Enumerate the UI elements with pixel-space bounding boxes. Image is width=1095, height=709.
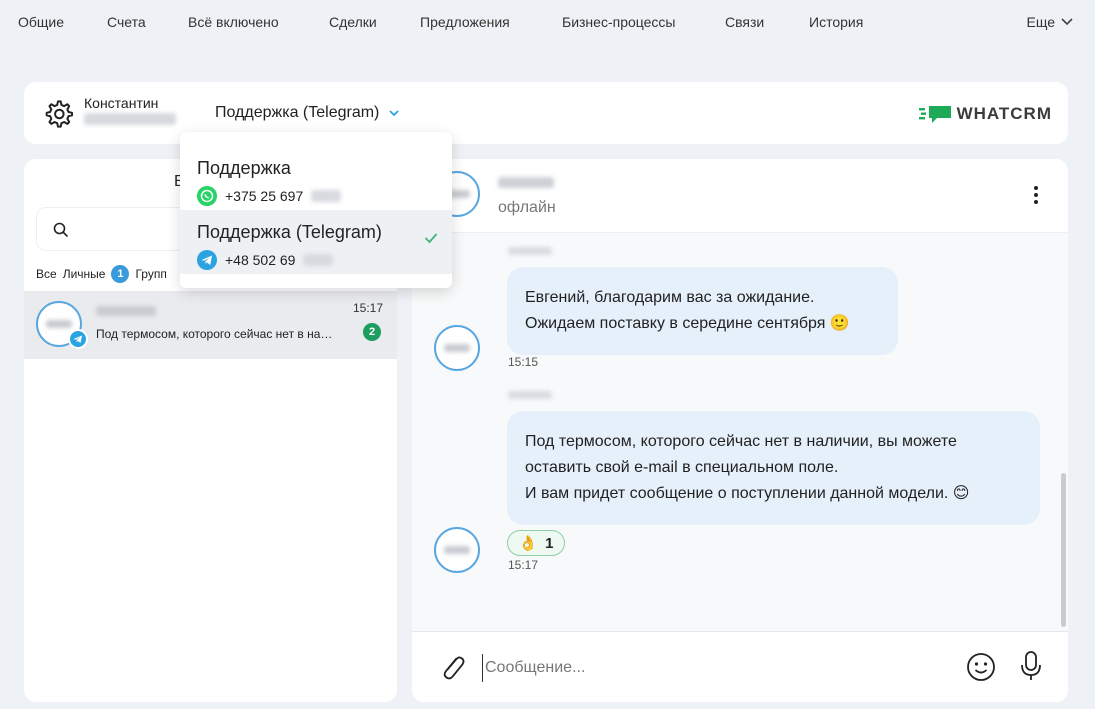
unread-count-badge: 2 — [363, 323, 381, 341]
chevron-down-icon — [389, 109, 400, 116]
message-line: Ожидаем поставку в середине сентября 🙂 — [525, 315, 850, 332]
message-list: Евгений, благодарим вас за ожидание. Ожи… — [412, 233, 1068, 631]
microphone-icon[interactable] — [1020, 650, 1042, 682]
whatsapp-icon — [197, 186, 217, 206]
nav-item-links[interactable]: Связи — [725, 14, 764, 30]
chat-filters: Все Личные 1 Групп — [36, 265, 167, 283]
contact-name-redacted — [498, 177, 554, 188]
chat-preview: Под термосом, которого сейчас нет в на… — [96, 327, 333, 341]
more-options-icon[interactable] — [1034, 185, 1038, 205]
channel-option-phone: +48 502 69 — [197, 250, 334, 270]
conversation-panel: офлайн Евгений, благодарим вас за ожидан… — [412, 159, 1068, 702]
chat-time: 15:17 — [352, 301, 383, 315]
message-composer — [412, 631, 1068, 702]
brand-logo: WHATCRM — [918, 104, 1052, 124]
paperclip-icon[interactable] — [438, 652, 466, 682]
message-bubble: Евгений, благодарим вас за ожидание. Ожи… — [507, 267, 898, 355]
message-time: 15:15 — [508, 355, 539, 369]
checkmark-icon — [424, 233, 438, 244]
chat-contact-name-redacted — [96, 306, 156, 316]
telegram-icon — [197, 250, 217, 270]
message-sender-redacted — [508, 391, 552, 399]
emoji-icon[interactable] — [966, 652, 996, 682]
chat-list-item[interactable]: 15:17 Под термосом, которого сейчас нет … — [24, 291, 397, 359]
message-line: оставить свой e-mail в специальном поле. — [525, 459, 839, 476]
search-icon — [53, 222, 69, 238]
channel-option-support[interactable]: Поддержка +375 25 697 — [180, 146, 452, 210]
reaction-emoji: 👌 — [518, 535, 538, 552]
filter-personal[interactable]: Личные — [63, 267, 106, 281]
channel-select-value: Поддержка (Telegram) — [215, 104, 380, 121]
nav-more-label: Еще — [1026, 14, 1056, 30]
channel-option-phone-number: +375 25 697 — [225, 188, 304, 204]
channel-select[interactable]: Поддержка (Telegram) — [215, 104, 400, 122]
message-reaction[interactable]: 👌 1 — [507, 530, 565, 556]
nav-item-business-processes[interactable]: Бизнес-процессы — [562, 14, 675, 30]
contact-status: офлайн — [498, 199, 556, 216]
message-time: 15:17 — [508, 558, 539, 572]
message-line: Евгений, благодарим вас за ожидание. — [525, 289, 815, 306]
nav-item-deals[interactable]: Сделки — [329, 14, 377, 30]
filter-all[interactable]: Все — [36, 267, 57, 281]
message-input[interactable] — [482, 654, 942, 682]
message-bubble: Под термосом, которого сейчас нет в нали… — [507, 411, 1040, 525]
nav-item-invoices[interactable]: Счета — [107, 14, 146, 30]
scrollbar[interactable] — [1061, 473, 1066, 627]
channel-option-phone: +375 25 697 — [197, 186, 342, 206]
brand-name: WHATCRM — [956, 104, 1052, 123]
avatar — [434, 527, 480, 573]
conversation-header: офлайн — [412, 159, 1068, 233]
channel-option-phone-number: +48 502 69 — [225, 252, 296, 268]
user-email-redacted — [84, 113, 176, 125]
phone-redacted — [303, 254, 334, 266]
top-navigation: Общие Счета Всё включено Сделки Предложе… — [0, 0, 1095, 44]
nav-item-general[interactable]: Общие — [18, 14, 64, 30]
filter-groups[interactable]: Групп — [135, 267, 166, 281]
channel-option-support-telegram[interactable]: Поддержка (Telegram) +48 502 69 — [180, 210, 452, 274]
chevron-down-icon — [1061, 18, 1073, 26]
message-line: Под термосом, которого сейчас нет в нали… — [525, 433, 957, 450]
avatar — [434, 325, 480, 371]
nav-item-history[interactable]: История — [809, 14, 863, 30]
chat-bubble-logo-icon — [918, 106, 951, 123]
channel-dropdown: Поддержка +375 25 697 Поддержка (Telegra… — [180, 132, 452, 288]
message-line: И вам придет сообщение о поступлении дан… — [525, 485, 970, 502]
channel-option-name: Поддержка — [197, 158, 291, 178]
nav-item-all-inclusive[interactable]: Всё включено — [188, 14, 279, 30]
user-name: Константин — [84, 95, 159, 111]
message-sender-redacted — [508, 247, 552, 255]
channel-option-name: Поддержка (Telegram) — [197, 222, 382, 242]
telegram-icon — [68, 329, 88, 349]
reaction-count: 1 — [545, 534, 554, 552]
nav-item-offers[interactable]: Предложения — [420, 14, 510, 30]
phone-redacted — [311, 190, 342, 202]
gear-icon[interactable] — [42, 98, 74, 130]
filter-personal-count-badge: 1 — [111, 265, 130, 283]
nav-more-button[interactable]: Еще — [1027, 14, 1074, 30]
